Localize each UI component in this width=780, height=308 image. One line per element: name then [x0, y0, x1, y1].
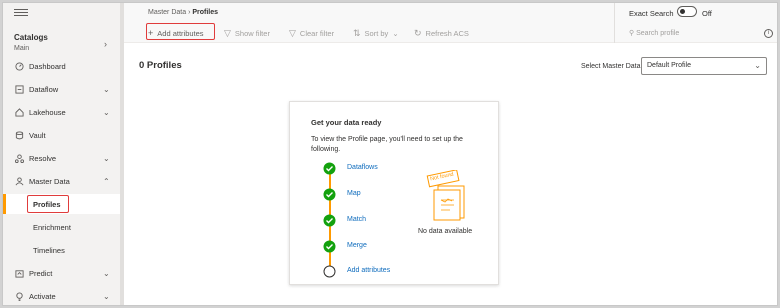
hamburger-menu-icon[interactable]: [14, 9, 28, 21]
refresh-icon: ↻: [414, 28, 422, 38]
sidebar-subitem-label: Timelines: [33, 245, 65, 255]
sidebar-item-master-data[interactable]: Master Data ⌃: [3, 171, 120, 191]
sidebar-item-label: Vault: [29, 130, 46, 140]
clear-filter-icon: ▽: [289, 28, 296, 38]
step-done-check-icon: [323, 188, 336, 201]
chevron-down-icon: ⌄: [392, 29, 399, 38]
setup-card: Get your data ready To view the Profile …: [289, 101, 499, 285]
chevron-down-icon: ⌄: [754, 61, 761, 70]
sidebar-item-label: Dataflow: [29, 84, 59, 94]
sidebar-subitem-enrichment[interactable]: Enrichment: [3, 217, 120, 237]
sidebar-item-vault[interactable]: Vault: [3, 125, 120, 145]
command-bar: Master Data › Profiles + Add attributes …: [124, 3, 777, 43]
dashboard-icon: [15, 61, 24, 71]
step-link-dataflows[interactable]: Dataflows: [347, 164, 378, 171]
sort-by-button[interactable]: ⇅ Sort by ⌄: [353, 28, 399, 39]
sidebar-item-label: Predict: [29, 268, 53, 278]
select-master-data-label: Select Master Data: [581, 63, 641, 70]
sort-icon: ⇅: [353, 28, 361, 38]
exact-search-state: Off: [702, 9, 712, 18]
search-input[interactable]: ⚲ Search profile: [629, 29, 679, 37]
sidebar-item-label: Resolve: [29, 153, 57, 163]
sidebar-item-activate[interactable]: Activate ⌄: [3, 286, 120, 305]
predict-icon: [15, 269, 24, 278]
breadcrumb: Master Data › Profiles: [148, 9, 218, 16]
clear-filter-label: Clear filter: [299, 29, 335, 38]
vault-icon: [15, 130, 24, 139]
catalogs-subtitle: Main: [14, 45, 30, 52]
catalog-selector[interactable]: Catalogs Main: [14, 33, 48, 52]
refresh-acs-label: Refresh ACS: [425, 29, 469, 38]
chevron-down-icon: ⌄: [103, 291, 110, 301]
breadcrumb-parent[interactable]: Master Data: [148, 9, 186, 16]
chevron-down-icon: ⌄: [103, 107, 110, 117]
chevron-down-icon: ⌄: [103, 153, 110, 163]
master-data-icon: [15, 176, 24, 185]
step-link-add-attributes[interactable]: Add attributes: [347, 267, 390, 274]
show-filter-button[interactable]: ▽ Show filter: [224, 28, 270, 39]
refresh-acs-button[interactable]: ↻ Refresh ACS: [414, 28, 469, 39]
sort-by-label: Sort by: [364, 29, 389, 38]
search-icon: ⚲: [629, 30, 635, 37]
sidebar-item-predict[interactable]: Predict ⌄: [3, 263, 120, 283]
page-title: 0 Profiles: [139, 60, 182, 71]
card-description: To view the Profile page, you'll need to…: [311, 136, 463, 153]
step-link-merge[interactable]: Merge: [347, 242, 367, 249]
dataflow-icon: [15, 84, 24, 94]
highlight-box-profiles: [27, 195, 69, 213]
info-icon[interactable]: i: [764, 29, 773, 38]
step-done-check-icon: [323, 214, 336, 227]
step-link-match[interactable]: Match: [347, 216, 366, 223]
resolve-icon: [15, 153, 24, 163]
breadcrumb-current: Profiles: [192, 9, 219, 16]
active-indicator: [3, 194, 6, 214]
toggle-knob: [680, 9, 685, 14]
lakehouse-icon: [15, 107, 24, 117]
chevron-up-icon: ⌃: [103, 176, 110, 186]
no-data-label: No data available: [418, 228, 473, 235]
sidebar-item-label: Lakehouse: [29, 107, 66, 117]
sidebar-item-label: Activate: [29, 291, 56, 301]
exact-search-label: Exact Search: [629, 9, 674, 18]
search-placeholder: Search profile: [636, 30, 680, 37]
chevron-right-icon[interactable]: ›: [104, 39, 107, 49]
sidebar-item-lakehouse[interactable]: Lakehouse ⌄: [3, 102, 120, 122]
step-pending-circle-icon: [323, 265, 336, 278]
activate-icon: [16, 291, 23, 301]
sidebar-item-label: Dashboard: [29, 61, 66, 71]
sidebar-divider[interactable]: [120, 3, 124, 305]
sidebar-item-dashboard[interactable]: Dashboard: [3, 56, 120, 76]
app-window: Catalogs Main › Dashboard Dataflow ⌄ Lak…: [2, 2, 778, 306]
master-data-select[interactable]: Default Profile ⌄: [641, 57, 767, 75]
sidebar-item-label: Master Data: [29, 176, 70, 186]
chevron-down-icon: ⌄: [103, 268, 110, 278]
filter-icon: ▽: [224, 28, 231, 38]
show-filter-label: Show filter: [234, 29, 270, 38]
exact-search-toggle[interactable]: [677, 6, 697, 17]
sidebar-subitem-timelines[interactable]: Timelines: [3, 240, 120, 260]
toolbar-separator: [614, 3, 615, 43]
sidebar-item-dataflow[interactable]: Dataflow ⌄: [3, 79, 120, 99]
sidebar: Catalogs Main › Dashboard Dataflow ⌄ Lak…: [3, 3, 120, 305]
sidebar-subitem-label: Enrichment: [33, 222, 71, 232]
highlight-box-add-attributes: [146, 23, 215, 40]
card-title: Get your data ready: [311, 118, 382, 127]
select-value: Default Profile: [647, 62, 691, 69]
chevron-down-icon: ⌄: [103, 84, 110, 94]
step-done-check-icon: [323, 240, 336, 253]
step-link-map[interactable]: Map: [347, 190, 361, 197]
clear-filter-button[interactable]: ▽ Clear filter: [289, 28, 334, 39]
step-done-check-icon: [323, 162, 336, 175]
sidebar-item-resolve[interactable]: Resolve ⌄: [3, 148, 120, 168]
catalogs-title: Catalogs: [14, 33, 48, 42]
